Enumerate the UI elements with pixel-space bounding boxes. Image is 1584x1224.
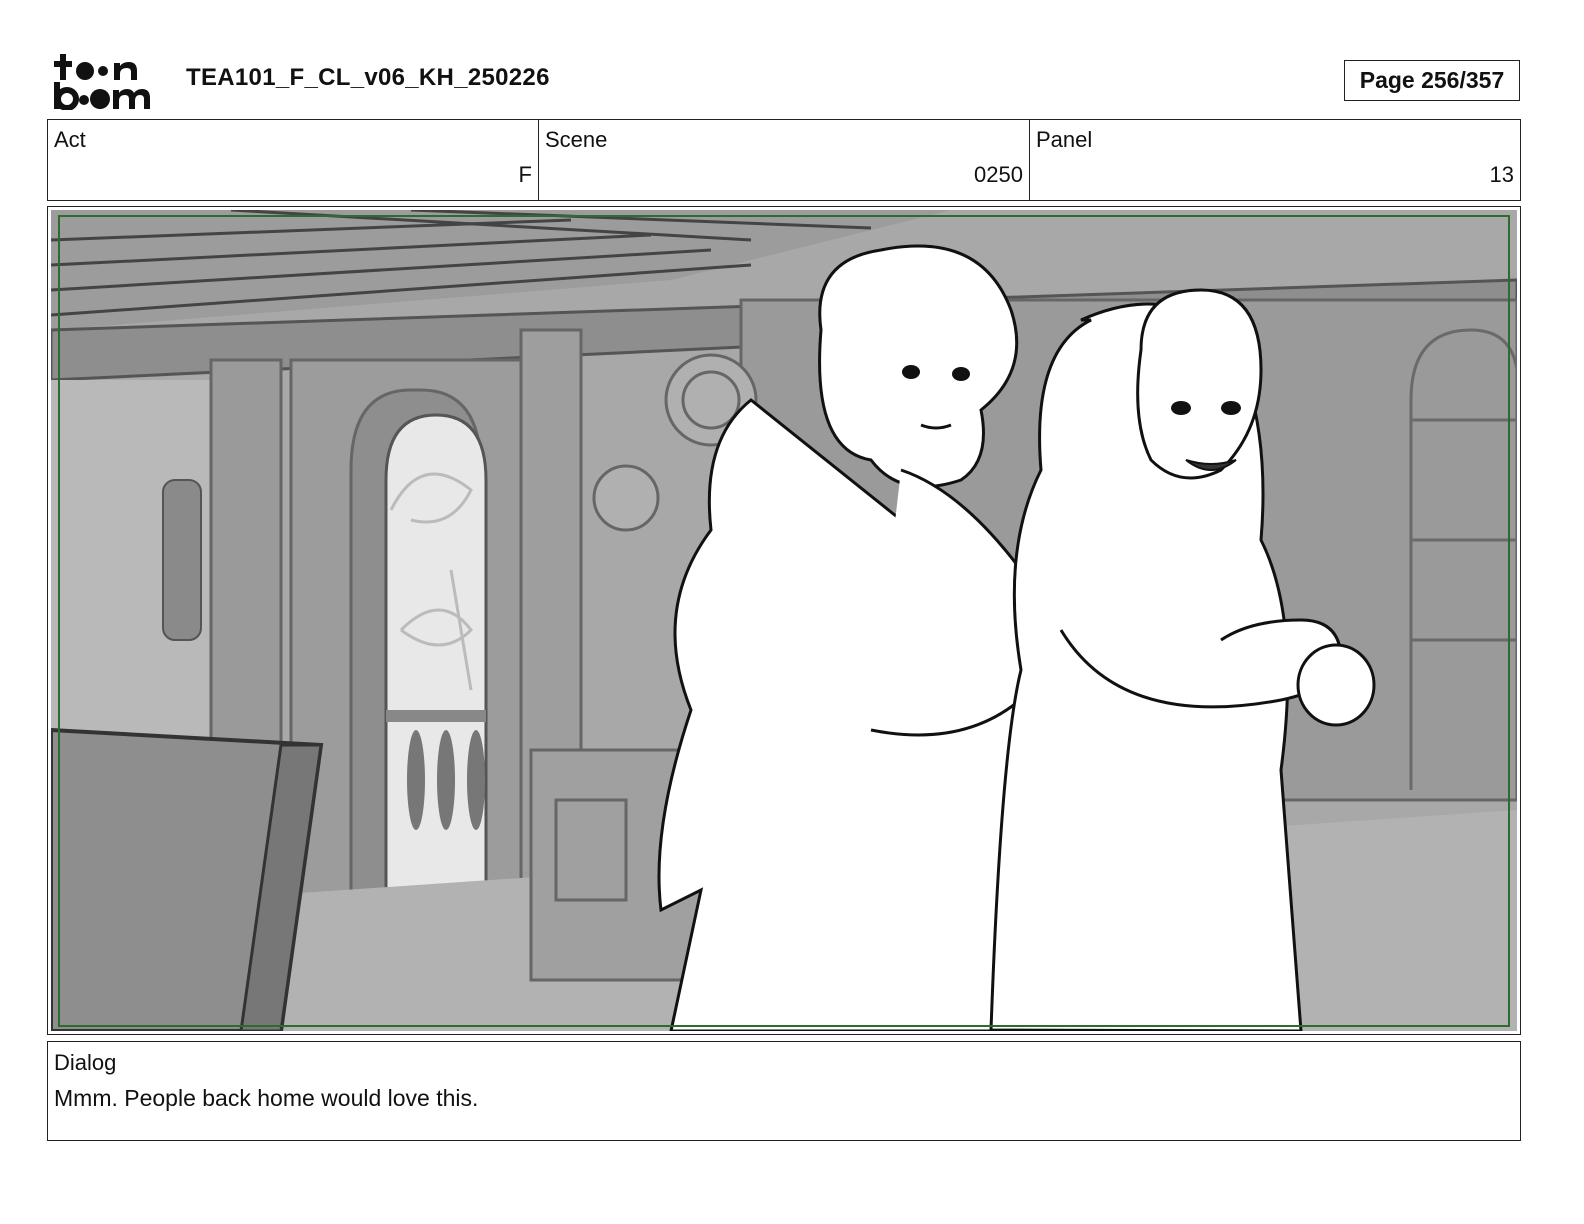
- scene-cell: Scene 0250: [539, 120, 1030, 200]
- storyboard-panel-drawing-icon: [51, 210, 1517, 1031]
- storyboard-panel: [47, 206, 1521, 1035]
- document-title: TEA101_F_CL_v06_KH_250226: [186, 64, 550, 91]
- act-value: F: [518, 162, 532, 187]
- act-cell: Act F: [48, 120, 539, 200]
- toonboom-logo: [54, 54, 150, 110]
- scene-value: 0250: [974, 162, 1023, 187]
- info-row: Act F Scene 0250 Panel 13: [47, 119, 1521, 201]
- panel-label: Panel: [1036, 127, 1093, 152]
- dialog-label: Dialog: [54, 1050, 117, 1075]
- panel-value: 13: [1489, 162, 1514, 187]
- panel-cell: Panel 13: [1030, 120, 1520, 200]
- dialog-box: Dialog Mmm. People back home would love …: [47, 1041, 1521, 1141]
- act-label: Act: [54, 127, 86, 152]
- page-indicator: Page 256/357: [1344, 60, 1520, 101]
- scene-label: Scene: [545, 127, 608, 152]
- dialog-text: Mmm. People back home would love this.: [54, 1085, 479, 1111]
